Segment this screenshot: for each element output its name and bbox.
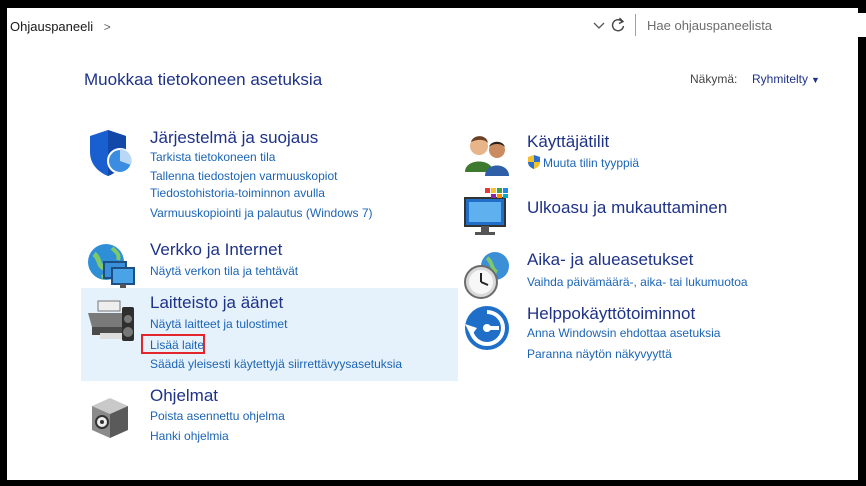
chevron-down-icon[interactable] <box>592 17 606 33</box>
ease-of-access-icon[interactable] <box>463 304 513 354</box>
category-title-ease-of-access[interactable]: Helppokäyttötoiminnot <box>527 304 695 324</box>
address-bar: Ohjauspaneeli > <box>7 8 866 42</box>
breadcrumb-separator[interactable]: > <box>104 20 111 34</box>
clock-globe-icon[interactable] <box>463 250 513 300</box>
link-change-account-type[interactable]: Muuta tilin tyyppiä <box>543 156 639 170</box>
uac-shield-icon <box>528 155 540 169</box>
link-backup-restore-win7[interactable]: Varmuuskopiointi ja palautus (Windows 7) <box>150 206 373 220</box>
category-title-clock-region[interactable]: Aika- ja alueasetukset <box>527 250 693 270</box>
category-title-system-security[interactable]: Järjestelmä ja suojaus <box>150 128 318 148</box>
link-check-computer-status[interactable]: Tarkista tietokoneen tila <box>150 150 275 164</box>
breadcrumb[interactable]: Ohjauspaneeli > <box>10 19 111 34</box>
category-title-appearance[interactable]: Ulkoasu ja mukauttaminen <box>527 198 727 218</box>
search-input[interactable] <box>639 13 866 37</box>
link-uninstall-program[interactable]: Poista asennettu ohjelma <box>150 409 285 423</box>
link-let-windows-suggest[interactable]: Anna Windowsin ehdottaa asetuksia <box>527 326 720 340</box>
view-label: Näkymä: <box>690 72 738 86</box>
category-title-user-accounts[interactable]: Käyttäjätilit <box>527 132 609 152</box>
category-title-hardware-sound[interactable]: Laitteisto ja äänet <box>150 293 283 313</box>
programs-box-icon[interactable] <box>86 392 136 442</box>
category-title-programs[interactable]: Ohjelmat <box>150 386 218 406</box>
refresh-icon[interactable] <box>610 16 626 34</box>
frame-right-border <box>858 0 866 486</box>
monitor-appearance-icon[interactable] <box>463 186 513 236</box>
printer-speaker-icon[interactable] <box>86 297 136 347</box>
address-divider <box>635 14 636 36</box>
link-change-date-time-format[interactable]: Vaihda päivämäärä-, aika- tai lukumuotoa <box>527 275 748 289</box>
link-save-backup-copies[interactable]: Tallenna tiedostojen varmuuskopiot <box>150 169 337 183</box>
link-view-devices-printers[interactable]: Näytä laitteet ja tulostimet <box>150 317 287 331</box>
page-title: Muokkaa tietokoneen asetuksia <box>84 70 323 89</box>
link-file-history[interactable]: Tiedostohistoria-toiminnon avulla <box>150 186 325 200</box>
dropdown-arrow-icon[interactable]: ▼ <box>811 75 820 85</box>
category-title-network-internet[interactable]: Verkko ja Internet <box>150 240 282 260</box>
link-view-network-status[interactable]: Näytä verkon tila ja tehtävät <box>150 264 298 278</box>
shield-pie-icon[interactable] <box>86 128 136 178</box>
frame-top-border <box>0 0 866 8</box>
frame-left-border <box>0 0 7 486</box>
users-icon[interactable] <box>463 132 513 182</box>
link-get-programs[interactable]: Hanki ohjelmia <box>150 429 229 443</box>
link-mobility-settings[interactable]: Säädä yleisesti käytettyjä siirrettävyys… <box>150 357 402 371</box>
breadcrumb-control-panel[interactable]: Ohjauspaneeli <box>10 19 93 34</box>
frame-bottom-border <box>0 480 866 486</box>
annotation-highlight-box <box>141 334 205 354</box>
view-dropdown[interactable]: Ryhmitelty ▼ <box>752 72 820 86</box>
view-dropdown-value[interactable]: Ryhmitelty <box>752 72 808 86</box>
link-optimize-display[interactable]: Paranna näytön näkyvyyttä <box>527 347 672 361</box>
globe-network-icon[interactable] <box>86 240 136 290</box>
